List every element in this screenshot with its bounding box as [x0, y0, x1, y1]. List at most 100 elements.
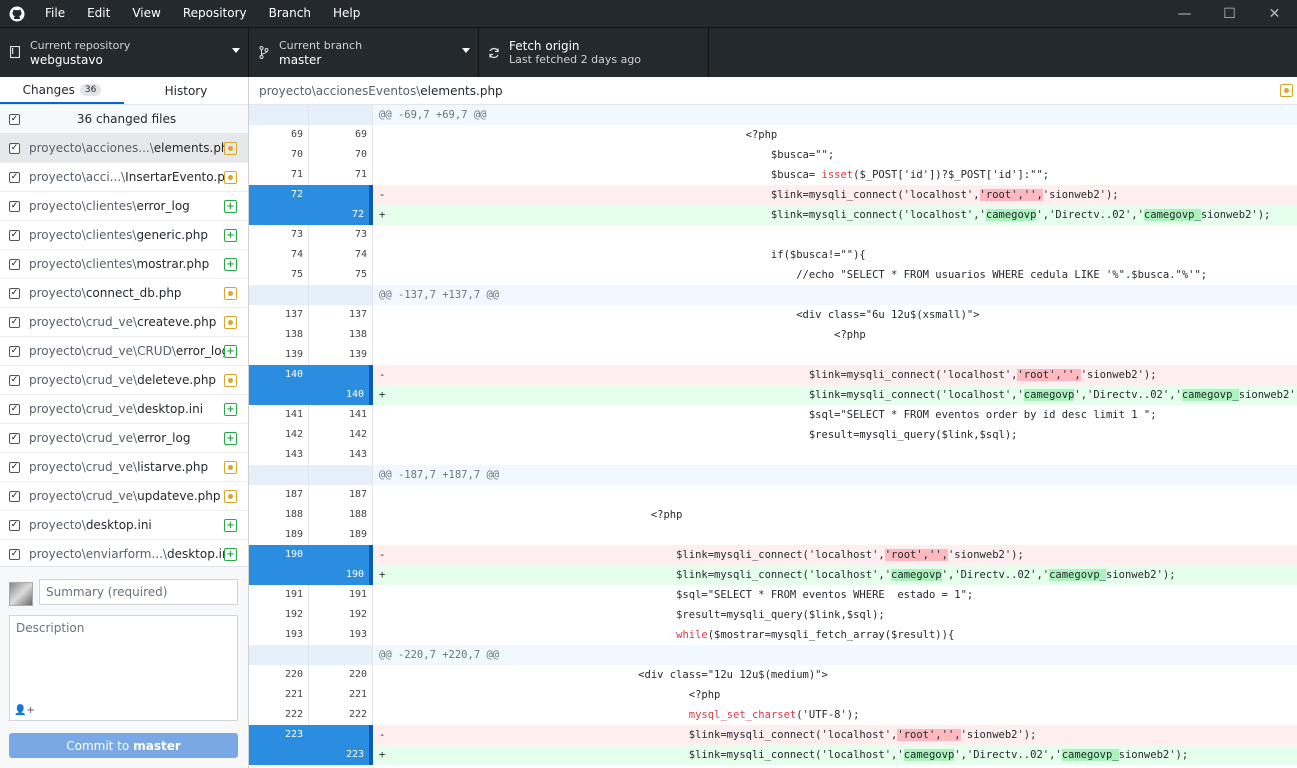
diff-line[interactable]: 138 138 <?php	[249, 325, 1297, 345]
commit-button-branch: master	[133, 738, 181, 753]
select-all-checkbox[interactable]: ✓	[9, 113, 20, 125]
diff-line[interactable]: 139 139	[249, 345, 1297, 365]
diff-line[interactable]: 141 141 $sql="SELECT * FROM eventos order…	[249, 405, 1297, 425]
window-controls: — ☐ ✕	[1162, 0, 1297, 27]
file-list-item[interactable]: ✓ proyecto\crud_ve\updateve.php	[0, 482, 248, 511]
close-button[interactable]: ✕	[1252, 0, 1297, 27]
file-checkbox[interactable]: ✓	[9, 142, 20, 154]
new-line-number: 222	[309, 705, 373, 725]
file-checkbox[interactable]: ✓	[9, 374, 20, 386]
file-checkbox[interactable]: ✓	[9, 403, 20, 415]
diff-hunk-header[interactable]: @@ -137,7 +137,7 @@	[249, 285, 1297, 305]
diff-line[interactable]: 75 75 //echo "SELECT * FROM usuarios WHER…	[249, 265, 1297, 285]
commit-button[interactable]: Commit to master	[9, 733, 238, 758]
diff-line[interactable]: 190 + $link=mysqli_connect('localhost','c…	[249, 565, 1297, 585]
diff-line[interactable]: 72 - $link=mysqli_connect('localhost','ro…	[249, 185, 1297, 205]
file-list-item[interactable]: ✓ proyecto\crud_ve\listarve.php	[0, 453, 248, 482]
diff-line[interactable]: 191 191 $sql="SELECT * FROM eventos WHERE…	[249, 585, 1297, 605]
diff-line[interactable]: 193 193 while($mostrar=mysqli_fetch_array…	[249, 625, 1297, 645]
menu-file[interactable]: File	[34, 0, 76, 27]
description-input[interactable]: Description 👤+	[9, 615, 238, 721]
file-list-item[interactable]: ✓ proyecto\clientes\error_log +	[0, 192, 248, 221]
diff-line[interactable]: 220 220 <div class="12u 12u$(medium)">	[249, 665, 1297, 685]
diff-line[interactable]: 70 70 $busca="";	[249, 145, 1297, 165]
diff-line[interactable]: 137 137 <div class="6u 12u$(xsmall)">	[249, 305, 1297, 325]
summary-input[interactable]: Summary (required)	[39, 579, 238, 605]
file-checkbox[interactable]: ✓	[9, 316, 20, 328]
diff-line[interactable]: 142 142 $result=mysqli_query($link,$sql);	[249, 425, 1297, 445]
file-checkbox[interactable]: ✓	[9, 345, 20, 357]
diff-line[interactable]: 223 - $link=mysqli_connect('localhost','r…	[249, 725, 1297, 745]
old-line-number	[249, 745, 309, 765]
current-branch-button[interactable]: Current branch master	[249, 28, 479, 77]
repo-value: webgustavo	[30, 52, 103, 67]
maximize-button[interactable]: ☐	[1207, 0, 1252, 27]
file-checkbox[interactable]: ✓	[9, 200, 20, 212]
diff-line[interactable]: 72 + $link=mysqli_connect('localhost','ca…	[249, 205, 1297, 225]
diff-line[interactable]: 71 71 $busca= isset($_POST['id'])?$_POST[…	[249, 165, 1297, 185]
diff-line[interactable]: 222 222 mysql_set_charset('UTF-8');	[249, 705, 1297, 725]
diff-line[interactable]: 74 74 if($busca!=""){	[249, 245, 1297, 265]
file-checkbox[interactable]: ✓	[9, 432, 20, 444]
file-list-item[interactable]: ✓ proyecto\acci...\InsertarEvento.php	[0, 163, 248, 192]
file-dir: proyecto\clientes\	[29, 228, 137, 242]
tab-changes[interactable]: Changes 36	[0, 77, 124, 104]
diff-hunk-header[interactable]: @@ -220,7 +220,7 @@	[249, 645, 1297, 665]
diff-line[interactable]: 69 69 <?php	[249, 125, 1297, 145]
file-checkbox[interactable]: ✓	[9, 461, 20, 473]
tab-history[interactable]: History	[124, 77, 248, 104]
file-list-item[interactable]: ✓ proyecto\crud_ve\error_log +	[0, 424, 248, 453]
diff-line[interactable]: 140 - $link=mysqli_connect('localhost','r…	[249, 365, 1297, 385]
diff-line[interactable]: 188 188 <?php	[249, 505, 1297, 525]
old-line-number	[249, 205, 309, 225]
file-checkbox[interactable]: ✓	[9, 258, 20, 270]
file-checkbox[interactable]: ✓	[9, 287, 20, 299]
new-line-number: 223	[309, 745, 373, 765]
file-list-item[interactable]: ✓ proyecto\crud_ve\createve.php	[0, 308, 248, 337]
diff-line[interactable]: 140 + $link=mysqli_connect('localhost','c…	[249, 385, 1297, 405]
menu-help[interactable]: Help	[322, 0, 371, 27]
diff-line[interactable]: 223 + $link=mysqli_connect('localhost','c…	[249, 745, 1297, 765]
file-checkbox[interactable]: ✓	[9, 519, 20, 531]
diff-line[interactable]: 192 192 $result=mysqli_query($link,$sql);	[249, 605, 1297, 625]
file-checkbox[interactable]: ✓	[9, 171, 20, 183]
file-list-item[interactable]: ✓ proyecto\clientes\mostrar.php +	[0, 250, 248, 279]
file-list-item[interactable]: ✓ proyecto\crud_ve\CRUD\error_log +	[0, 337, 248, 366]
menu-edit[interactable]: Edit	[76, 0, 121, 27]
old-line-number: 138	[249, 325, 309, 345]
file-list-item[interactable]: ✓ proyecto\crud_ve\desktop.ini +	[0, 395, 248, 424]
file-list-item[interactable]: ✓ proyecto\desktop.ini +	[0, 511, 248, 540]
old-line-number: 141	[249, 405, 309, 425]
diff-code: $busca= isset($_POST['id'])?$_POST['id']…	[379, 169, 1050, 181]
file-list-item[interactable]: ✓ proyecto\acciones...\elements.php	[0, 134, 248, 163]
file-dir: proyecto\crud_ve\	[29, 373, 138, 387]
menu-branch[interactable]: Branch	[258, 0, 322, 27]
diff-code: <?php	[379, 509, 683, 521]
diff-line[interactable]: 187 187	[249, 485, 1297, 505]
diff-line[interactable]: 189 189	[249, 525, 1297, 545]
file-list-item[interactable]: ✓ proyecto\enviarform...\desktop.ini+	[0, 540, 248, 569]
diff-line[interactable]: 221 221 <?php	[249, 685, 1297, 705]
file-checkbox[interactable]: ✓	[9, 229, 20, 241]
menu-view[interactable]: View	[121, 0, 171, 27]
minimize-button[interactable]: —	[1162, 0, 1207, 27]
tab-changes-label: Changes	[22, 82, 75, 97]
diff-line[interactable]: 143 143	[249, 445, 1297, 465]
file-checkbox[interactable]: ✓	[9, 490, 20, 502]
file-list-item[interactable]: ✓ proyecto\connect_db.php	[0, 279, 248, 308]
current-repository-button[interactable]: Current repository webgustavo	[0, 28, 249, 77]
diff-hunk-header[interactable]: @@ -187,7 +187,7 @@	[249, 465, 1297, 485]
file-list-item[interactable]: ✓ proyecto\crud_ve\deleteve.php	[0, 366, 248, 395]
menu-repository[interactable]: Repository	[172, 0, 258, 27]
fetch-origin-button[interactable]: Fetch origin Last fetched 2 days ago	[479, 28, 709, 77]
file-checkbox[interactable]: ✓	[9, 548, 20, 560]
diff-line[interactable]: 190 - $link=mysqli_connect('localhost','r…	[249, 545, 1297, 565]
diff-code: mysql_set_charset('UTF-8');	[688, 709, 860, 721]
new-line-number: 140	[309, 385, 373, 405]
diff-file-path: proyecto\accionesEventos\ elements.php	[249, 77, 1297, 105]
add-coauthor-icon[interactable]: 👤+	[14, 705, 35, 716]
diff-hunk-header[interactable]: @@ -69,7 +69,7 @@	[249, 105, 1297, 125]
sync-icon	[479, 47, 509, 59]
file-list-item[interactable]: ✓ proyecto\clientes\generic.php +	[0, 221, 248, 250]
diff-line[interactable]: 73 73	[249, 225, 1297, 245]
